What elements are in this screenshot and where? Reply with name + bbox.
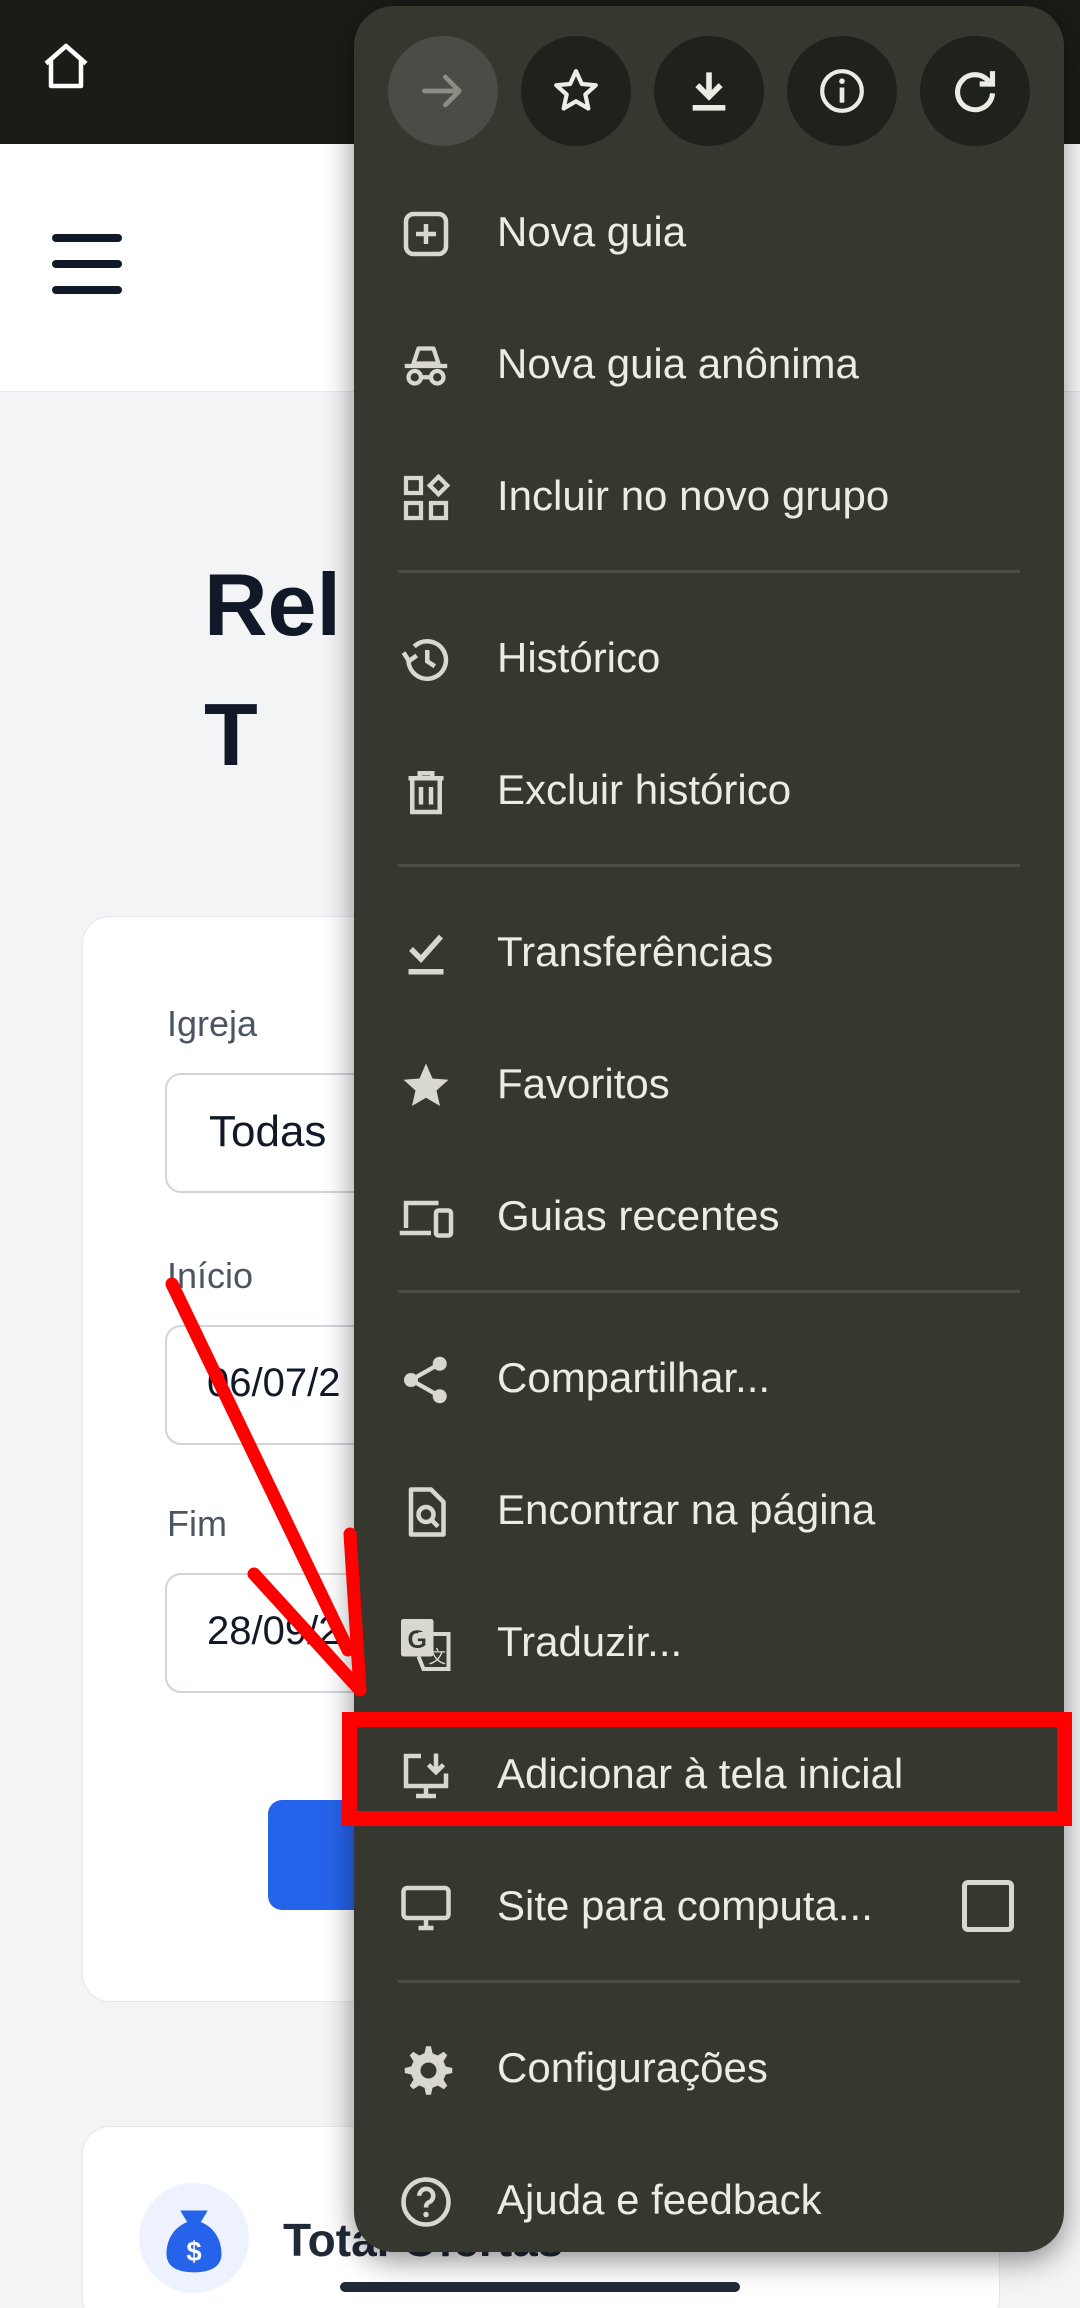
download-done-icon: [408, 934, 444, 975]
find-in-page-icon: [408, 1487, 446, 1537]
info-icon: [820, 69, 864, 113]
menu-item-help[interactable]: Ajuda e feedback: [354, 2134, 1064, 2266]
trash-icon: [408, 771, 444, 815]
menu-divider: [398, 864, 1020, 867]
menu-toolbar: [388, 36, 1048, 148]
home-icon[interactable]: [36, 36, 96, 96]
svg-text:G: G: [408, 1626, 427, 1654]
bookmark-star-icon: [554, 69, 598, 111]
menu-item-label: Nova guia anônima: [497, 340, 859, 387]
menu-item-desktop-site[interactable]: Site para computa...: [354, 1840, 1064, 1972]
menu-item-label: Histórico: [497, 634, 661, 681]
svg-text:文: 文: [429, 1647, 447, 1667]
menu-item-label: Favoritos: [497, 1060, 670, 1107]
page-info-button[interactable]: [787, 36, 897, 146]
menu-item-label: Transferências: [497, 928, 774, 975]
menu-divider: [398, 1290, 1020, 1293]
forward-button[interactable]: [388, 36, 498, 146]
menu-item-label: Excluir histórico: [497, 766, 792, 813]
menu-item-label: Configurações: [497, 2044, 768, 2091]
menu-item-new-group[interactable]: Incluir no novo grupo: [354, 430, 1064, 562]
settings-icon: [404, 2046, 453, 2095]
forward-icon: [422, 74, 462, 108]
highlight-box: [342, 1712, 1072, 1826]
menu-item-label: Site para computa...: [497, 1882, 873, 1929]
home-indicator: [340, 2282, 740, 2292]
tab-group-icon: [403, 473, 451, 521]
menu-item-downloads[interactable]: Transferências: [354, 886, 1064, 1018]
menu-item-history[interactable]: Histórico: [354, 592, 1064, 724]
hamburger-menu-icon[interactable]: [52, 234, 124, 294]
devices-icon: [399, 1200, 454, 1238]
menu-item-settings[interactable]: Configurações: [354, 2002, 1064, 2134]
translate-icon: G文: [401, 1619, 451, 1671]
menu-divider: [398, 570, 1020, 573]
bookmark-button[interactable]: [521, 36, 631, 146]
menu-item-find-in-page[interactable]: Encontrar na página: [354, 1444, 1064, 1576]
menu-item-label: Guias recentes: [497, 1192, 780, 1239]
incognito-icon: [404, 346, 448, 386]
help-icon: [401, 2177, 451, 2227]
menu-item-bookmarks[interactable]: Favoritos: [354, 1018, 1064, 1150]
menu-item-label: Ajuda e feedback: [497, 2176, 822, 2223]
menu-item-share[interactable]: Compartilhar...: [354, 1312, 1064, 1444]
refresh-icon: [955, 71, 996, 113]
church-label: Igreja: [167, 1003, 258, 1044]
menu-item-incognito[interactable]: Nova guia anônima: [354, 298, 1064, 430]
start-date-label: Início: [167, 1255, 254, 1296]
menu-item-label: Nova guia: [497, 208, 687, 255]
menu-divider: [398, 1980, 1020, 1983]
menu-item-label: Compartilhar...: [497, 1354, 771, 1401]
svg-text:$: $: [186, 2236, 201, 2267]
history-icon: [401, 639, 449, 681]
menu-item-translate[interactable]: G文 Traduzir...: [354, 1576, 1064, 1708]
menu-item-clear-history[interactable]: Excluir histórico: [354, 724, 1064, 856]
end-date-label: Fim: [167, 1503, 227, 1544]
star-icon: [403, 1063, 449, 1106]
menu-item-new-tab[interactable]: Nova guia: [354, 166, 1064, 298]
menu-item-recent-tabs[interactable]: Guias recentes: [354, 1150, 1064, 1282]
download-page-button[interactable]: [654, 36, 764, 146]
menu-item-label: Incluir no novo grupo: [497, 472, 890, 519]
download-icon: [692, 72, 726, 111]
reload-button[interactable]: [920, 36, 1030, 146]
desktop-icon: [401, 1885, 451, 1931]
desktop-site-checkbox[interactable]: [962, 1880, 1014, 1932]
money-bag-icon: $: [139, 2183, 249, 2293]
browser-overflow-menu: Nova guia Nova guia anônima Incluir no n…: [354, 6, 1064, 2252]
new-tab-icon: [403, 211, 449, 257]
share-icon: [404, 1356, 447, 1404]
menu-item-label: Traduzir...: [497, 1618, 683, 1665]
menu-item-label: Encontrar na página: [497, 1486, 876, 1533]
